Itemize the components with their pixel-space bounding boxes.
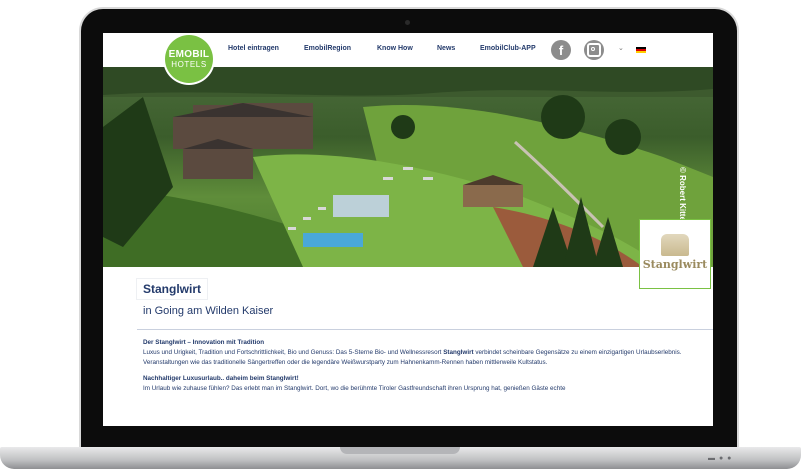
nav-news[interactable]: News [437, 45, 455, 52]
logo-text-hotels: HOTELS [171, 60, 207, 69]
browser-screen: EMOBIL HOTELS Hotel eintragen EmobilRegi… [103, 33, 713, 426]
nav-hotel-eintragen[interactable]: Hotel eintragen [228, 45, 279, 52]
content-paragraph-1: Luxus und Urigkeit, Tradition und Fortsc… [143, 348, 703, 368]
content-heading-innovation: Der Stanglwirt – Innovation mit Traditio… [143, 339, 265, 346]
facebook-icon[interactable]: f [551, 40, 571, 60]
laptop-notch [340, 447, 460, 454]
nav-know-how[interactable]: Know How [377, 45, 413, 52]
brand-badge-name: Stanglwirt [642, 258, 708, 271]
top-navigation: EMOBIL HOTELS Hotel eintragen EmobilRegi… [103, 33, 713, 83]
section-divider [137, 329, 713, 330]
crest-icon [661, 234, 689, 256]
paragraph-1-bold: Stanglwirt [443, 349, 474, 356]
photo-credit: © Robert Kittel [678, 167, 687, 224]
chevron-down-icon[interactable]: ⌄ [618, 44, 624, 52]
hotel-description: Der Stanglwirt – Innovation mit Traditio… [143, 338, 703, 400]
content-paragraph-2: Im Urlaub wie zuhause fühlen? Das erlebt… [143, 385, 566, 392]
nav-emobilclub-app[interactable]: EmobilClub-APP [480, 45, 536, 52]
logo-text-emobil: EMOBIL [168, 49, 210, 60]
status-lights-icon: ▬ ● ● [708, 455, 733, 462]
content-heading-luxusurlaub: Nachhaltiger Luxusurlaub.. daheim beim S… [143, 375, 299, 382]
german-flag-icon[interactable] [636, 47, 646, 53]
page-title: Stanglwirt [137, 279, 208, 299]
hero-image: © Robert Kittel [103, 67, 713, 267]
webcam-icon [405, 20, 410, 25]
instagram-icon[interactable] [584, 40, 604, 60]
nav-emobilregion[interactable]: EmobilRegion [304, 45, 351, 52]
stanglwirt-brand-badge[interactable]: Stanglwirt [639, 219, 711, 289]
emobil-hotels-logo[interactable]: EMOBIL HOTELS [165, 35, 213, 83]
resort-aerial-photo [103, 67, 713, 267]
paragraph-1-text-a: Luxus und Urigkeit, Tradition und Fortsc… [143, 349, 444, 356]
page-subtitle: in Going am Wilden Kaiser [143, 305, 274, 317]
